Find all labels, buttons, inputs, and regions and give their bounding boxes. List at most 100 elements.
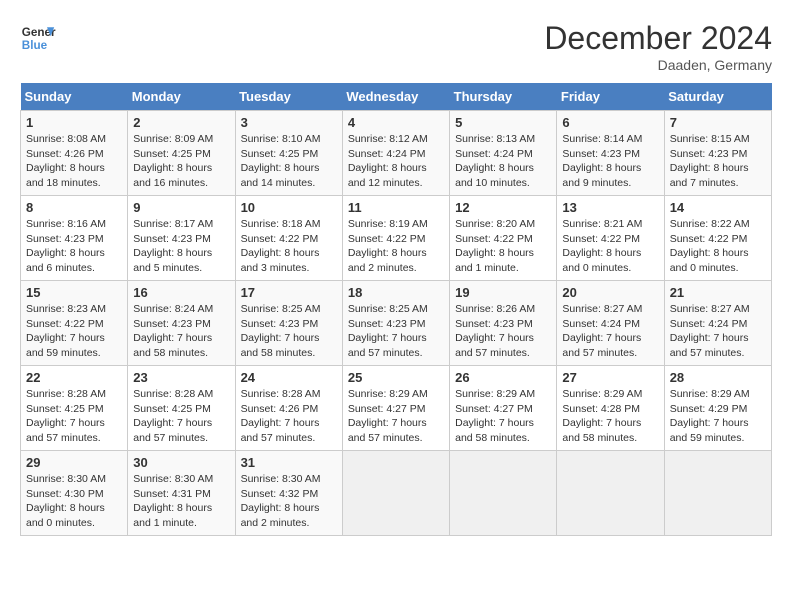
day-cell: 12Sunrise: 8:20 AM Sunset: 4:22 PM Dayli… bbox=[450, 196, 557, 281]
day-number: 1 bbox=[26, 115, 122, 130]
weekday-header: Thursday bbox=[450, 83, 557, 111]
week-row: 29Sunrise: 8:30 AM Sunset: 4:30 PM Dayli… bbox=[21, 451, 772, 536]
day-number: 9 bbox=[133, 200, 229, 215]
day-number: 15 bbox=[26, 285, 122, 300]
day-number: 10 bbox=[241, 200, 337, 215]
day-info: Sunrise: 8:23 AM Sunset: 4:22 PM Dayligh… bbox=[26, 302, 122, 361]
day-info: Sunrise: 8:30 AM Sunset: 4:31 PM Dayligh… bbox=[133, 472, 229, 531]
day-info: Sunrise: 8:29 AM Sunset: 4:28 PM Dayligh… bbox=[562, 387, 658, 446]
day-number: 27 bbox=[562, 370, 658, 385]
day-cell bbox=[557, 451, 664, 536]
month-title: December 2024 bbox=[544, 20, 772, 57]
weekday-header: Wednesday bbox=[342, 83, 449, 111]
day-cell: 31 Sunrise: 8:30 AM Sunset: 4:32 PM Dayli… bbox=[235, 451, 342, 536]
day-number: 11 bbox=[348, 200, 444, 215]
day-info: Sunrise: 8:22 AM Sunset: 4:22 PM Dayligh… bbox=[670, 217, 766, 276]
day-cell: 1 Sunrise: 8:08 AM Sunset: 4:26 PM Daylig… bbox=[21, 111, 128, 196]
day-info: Sunrise: 8:19 AM Sunset: 4:22 PM Dayligh… bbox=[348, 217, 444, 276]
svg-text:Blue: Blue bbox=[22, 39, 48, 52]
day-info: Sunrise: 8:17 AM Sunset: 4:23 PM Dayligh… bbox=[133, 217, 229, 276]
day-cell: 17Sunrise: 8:25 AM Sunset: 4:23 PM Dayli… bbox=[235, 281, 342, 366]
day-cell: 20 Sunrise: 8:27 AM Sunset: 4:24 PM Dayli… bbox=[557, 281, 664, 366]
day-info: Sunrise: 8:16 AM Sunset: 4:23 PM Dayligh… bbox=[26, 217, 122, 276]
logo-icon: General Blue bbox=[20, 20, 56, 56]
day-number: 13 bbox=[562, 200, 658, 215]
day-cell bbox=[450, 451, 557, 536]
day-info: Sunrise: 8:12 AM Sunset: 4:24 PM Dayligh… bbox=[348, 132, 444, 191]
weekday-header: Friday bbox=[557, 83, 664, 111]
day-info: Sunrise: 8:18 AM Sunset: 4:22 PM Dayligh… bbox=[241, 217, 337, 276]
day-info: Sunrise: 8:13 AM Sunset: 4:24 PM Dayligh… bbox=[455, 132, 551, 191]
day-number: 6 bbox=[562, 115, 658, 130]
day-number: 22 bbox=[26, 370, 122, 385]
day-number: 30 bbox=[133, 455, 229, 470]
day-info: Sunrise: 8:29 AM Sunset: 4:29 PM Dayligh… bbox=[670, 387, 766, 446]
day-info: Sunrise: 8:28 AM Sunset: 4:25 PM Dayligh… bbox=[26, 387, 122, 446]
week-row: 15 Sunrise: 8:23 AM Sunset: 4:22 PM Dayli… bbox=[21, 281, 772, 366]
day-cell: 18 Sunrise: 8:25 AM Sunset: 4:23 PM Dayli… bbox=[342, 281, 449, 366]
day-info: Sunrise: 8:09 AM Sunset: 4:25 PM Dayligh… bbox=[133, 132, 229, 191]
day-info: Sunrise: 8:15 AM Sunset: 4:23 PM Dayligh… bbox=[670, 132, 766, 191]
day-cell: 10 Sunrise: 8:18 AM Sunset: 4:22 PM Dayli… bbox=[235, 196, 342, 281]
day-cell: 21Sunrise: 8:27 AM Sunset: 4:24 PM Dayli… bbox=[664, 281, 771, 366]
day-cell: 27 Sunrise: 8:29 AM Sunset: 4:28 PM Dayli… bbox=[557, 366, 664, 451]
day-cell: 25 Sunrise: 8:29 AM Sunset: 4:27 PM Dayli… bbox=[342, 366, 449, 451]
header: General Blue December 2024 Daaden, Germa… bbox=[20, 20, 772, 73]
day-info: Sunrise: 8:30 AM Sunset: 4:30 PM Dayligh… bbox=[26, 472, 122, 531]
day-cell: 2Sunrise: 8:09 AM Sunset: 4:25 PM Daylig… bbox=[128, 111, 235, 196]
day-number: 24 bbox=[241, 370, 337, 385]
weekday-header: Monday bbox=[128, 83, 235, 111]
day-cell: 15 Sunrise: 8:23 AM Sunset: 4:22 PM Dayli… bbox=[21, 281, 128, 366]
day-info: Sunrise: 8:29 AM Sunset: 4:27 PM Dayligh… bbox=[455, 387, 551, 446]
day-cell: 29Sunrise: 8:30 AM Sunset: 4:30 PM Dayli… bbox=[21, 451, 128, 536]
day-info: Sunrise: 8:27 AM Sunset: 4:24 PM Dayligh… bbox=[562, 302, 658, 361]
day-cell: 8 Sunrise: 8:16 AM Sunset: 4:23 PM Daylig… bbox=[21, 196, 128, 281]
day-number: 26 bbox=[455, 370, 551, 385]
day-number: 3 bbox=[241, 115, 337, 130]
day-info: Sunrise: 8:25 AM Sunset: 4:23 PM Dayligh… bbox=[348, 302, 444, 361]
day-info: Sunrise: 8:30 AM Sunset: 4:32 PM Dayligh… bbox=[241, 472, 337, 531]
day-number: 18 bbox=[348, 285, 444, 300]
day-cell: 26 Sunrise: 8:29 AM Sunset: 4:27 PM Dayli… bbox=[450, 366, 557, 451]
day-cell: 6 Sunrise: 8:14 AM Sunset: 4:23 PM Daylig… bbox=[557, 111, 664, 196]
day-number: 5 bbox=[455, 115, 551, 130]
day-number: 4 bbox=[348, 115, 444, 130]
day-cell: 16 Sunrise: 8:24 AM Sunset: 4:23 PM Dayli… bbox=[128, 281, 235, 366]
day-number: 12 bbox=[455, 200, 551, 215]
week-row: 22 Sunrise: 8:28 AM Sunset: 4:25 PM Dayli… bbox=[21, 366, 772, 451]
day-cell bbox=[342, 451, 449, 536]
day-info: Sunrise: 8:26 AM Sunset: 4:23 PM Dayligh… bbox=[455, 302, 551, 361]
day-cell: 28 Sunrise: 8:29 AM Sunset: 4:29 PM Dayli… bbox=[664, 366, 771, 451]
header-row: SundayMondayTuesdayWednesdayThursdayFrid… bbox=[21, 83, 772, 111]
day-cell: 19 Sunrise: 8:26 AM Sunset: 4:23 PM Dayli… bbox=[450, 281, 557, 366]
day-number: 28 bbox=[670, 370, 766, 385]
day-info: Sunrise: 8:25 AM Sunset: 4:23 PM Dayligh… bbox=[241, 302, 337, 361]
day-info: Sunrise: 8:24 AM Sunset: 4:23 PM Dayligh… bbox=[133, 302, 229, 361]
day-number: 21 bbox=[670, 285, 766, 300]
day-number: 20 bbox=[562, 285, 658, 300]
day-number: 16 bbox=[133, 285, 229, 300]
day-cell: 7 Sunrise: 8:15 AM Sunset: 4:23 PM Daylig… bbox=[664, 111, 771, 196]
day-info: Sunrise: 8:28 AM Sunset: 4:26 PM Dayligh… bbox=[241, 387, 337, 446]
weekday-header: Sunday bbox=[21, 83, 128, 111]
location-title: Daaden, Germany bbox=[544, 57, 772, 73]
weekday-header: Saturday bbox=[664, 83, 771, 111]
day-info: Sunrise: 8:29 AM Sunset: 4:27 PM Dayligh… bbox=[348, 387, 444, 446]
day-cell: 13Sunrise: 8:21 AM Sunset: 4:22 PM Dayli… bbox=[557, 196, 664, 281]
day-cell: 14 Sunrise: 8:22 AM Sunset: 4:22 PM Dayli… bbox=[664, 196, 771, 281]
day-cell: 22 Sunrise: 8:28 AM Sunset: 4:25 PM Dayli… bbox=[21, 366, 128, 451]
day-cell: 4 Sunrise: 8:12 AM Sunset: 4:24 PM Daylig… bbox=[342, 111, 449, 196]
day-number: 8 bbox=[26, 200, 122, 215]
day-number: 7 bbox=[670, 115, 766, 130]
day-info: Sunrise: 8:08 AM Sunset: 4:26 PM Dayligh… bbox=[26, 132, 122, 191]
day-cell: 23Sunrise: 8:28 AM Sunset: 4:25 PM Dayli… bbox=[128, 366, 235, 451]
day-cell: 5 Sunrise: 8:13 AM Sunset: 4:24 PM Daylig… bbox=[450, 111, 557, 196]
day-number: 31 bbox=[241, 455, 337, 470]
day-info: Sunrise: 8:10 AM Sunset: 4:25 PM Dayligh… bbox=[241, 132, 337, 191]
day-number: 25 bbox=[348, 370, 444, 385]
day-number: 14 bbox=[670, 200, 766, 215]
day-number: 19 bbox=[455, 285, 551, 300]
day-cell bbox=[664, 451, 771, 536]
calendar-table: SundayMondayTuesdayWednesdayThursdayFrid… bbox=[20, 83, 772, 536]
day-info: Sunrise: 8:14 AM Sunset: 4:23 PM Dayligh… bbox=[562, 132, 658, 191]
